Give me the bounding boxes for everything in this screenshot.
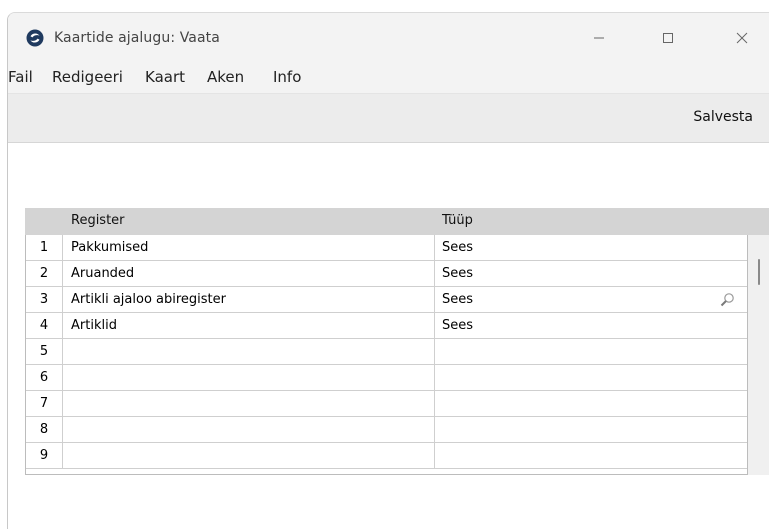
row-number: 4 — [26, 313, 63, 338]
maximize-icon — [663, 33, 673, 43]
window-title: Kaartide ajalugu: Vaata — [54, 30, 220, 46]
table-row[interactable]: 8 — [26, 417, 747, 443]
close-icon — [736, 32, 748, 44]
row-number: 7 — [26, 391, 63, 416]
minimize-button[interactable] — [576, 13, 622, 63]
scrollbar-thumb[interactable] — [758, 259, 760, 285]
menu-redigeeri[interactable]: Redigeeri — [52, 68, 123, 86]
type-cell-text: Sees — [442, 292, 474, 307]
type-cell[interactable] — [435, 443, 747, 468]
close-button[interactable] — [719, 13, 765, 63]
row-number: 6 — [26, 365, 63, 390]
register-grid: Register Tüüp 1 Pakkumised Sees 2 Aruand… — [25, 208, 769, 475]
row-number: 8 — [26, 417, 63, 442]
main-window: Kaartide ajalugu: Vaata Fail Redigeeri K… — [7, 12, 769, 529]
row-number: 5 — [26, 339, 63, 364]
table-row[interactable]: 5 — [26, 339, 747, 365]
type-cell[interactable]: Sees — [435, 287, 747, 312]
register-cell[interactable] — [63, 443, 435, 468]
column-header-register[interactable]: Register — [71, 213, 125, 228]
table-row[interactable]: 3 Artikli ajaloo abiregister Sees — [26, 287, 747, 313]
register-cell[interactable] — [63, 365, 435, 390]
register-cell[interactable] — [63, 339, 435, 364]
row-number: 3 — [26, 287, 63, 312]
title-bar[interactable]: Kaartide ajalugu: Vaata — [8, 13, 769, 63]
save-button[interactable]: Salvesta — [693, 109, 753, 125]
minimize-icon — [594, 37, 604, 39]
register-cell[interactable]: Pakkumised — [63, 235, 435, 260]
menu-fail[interactable]: Fail — [8, 68, 33, 86]
vertical-scrollbar[interactable] — [748, 235, 769, 475]
table-row[interactable]: 4 Artiklid Sees — [26, 313, 747, 339]
toolbar: Salvesta — [8, 93, 769, 143]
table-row[interactable]: 9 — [26, 443, 747, 469]
menu-bar: Fail Redigeeri Kaart Aken Info — [8, 63, 769, 93]
type-cell[interactable] — [435, 339, 747, 364]
column-header-type[interactable]: Tüüp — [442, 213, 473, 228]
row-number: 1 — [26, 235, 63, 260]
table-row[interactable]: 6 — [26, 365, 747, 391]
table-row[interactable]: 7 — [26, 391, 747, 417]
app-logo-icon — [26, 29, 44, 47]
menu-aken[interactable]: Aken — [207, 68, 244, 86]
type-cell[interactable]: Sees — [435, 261, 747, 286]
register-cell[interactable]: Artikli ajaloo abiregister — [63, 287, 435, 312]
row-number: 9 — [26, 443, 63, 468]
type-cell[interactable]: Sees — [435, 313, 747, 338]
type-cell[interactable] — [435, 365, 747, 390]
maximize-button[interactable] — [645, 13, 691, 63]
grid-body: 1 Pakkumised Sees 2 Aruanded Sees 3 Arti… — [25, 235, 748, 475]
menu-info[interactable]: Info — [273, 68, 301, 86]
type-cell[interactable] — [435, 391, 747, 416]
menu-kaart[interactable]: Kaart — [145, 68, 185, 86]
grid-header: Register Tüüp — [25, 208, 769, 235]
row-number: 2 — [26, 261, 63, 286]
register-cell[interactable] — [63, 391, 435, 416]
register-cell[interactable]: Aruanded — [63, 261, 435, 286]
register-cell[interactable]: Artiklid — [63, 313, 435, 338]
table-row[interactable]: 2 Aruanded Sees — [26, 261, 747, 287]
table-row[interactable]: 1 Pakkumised Sees — [26, 235, 747, 261]
type-cell[interactable]: Sees — [435, 235, 747, 260]
register-cell[interactable] — [63, 417, 435, 442]
type-cell[interactable] — [435, 417, 747, 442]
magnifier-icon[interactable] — [719, 292, 735, 308]
